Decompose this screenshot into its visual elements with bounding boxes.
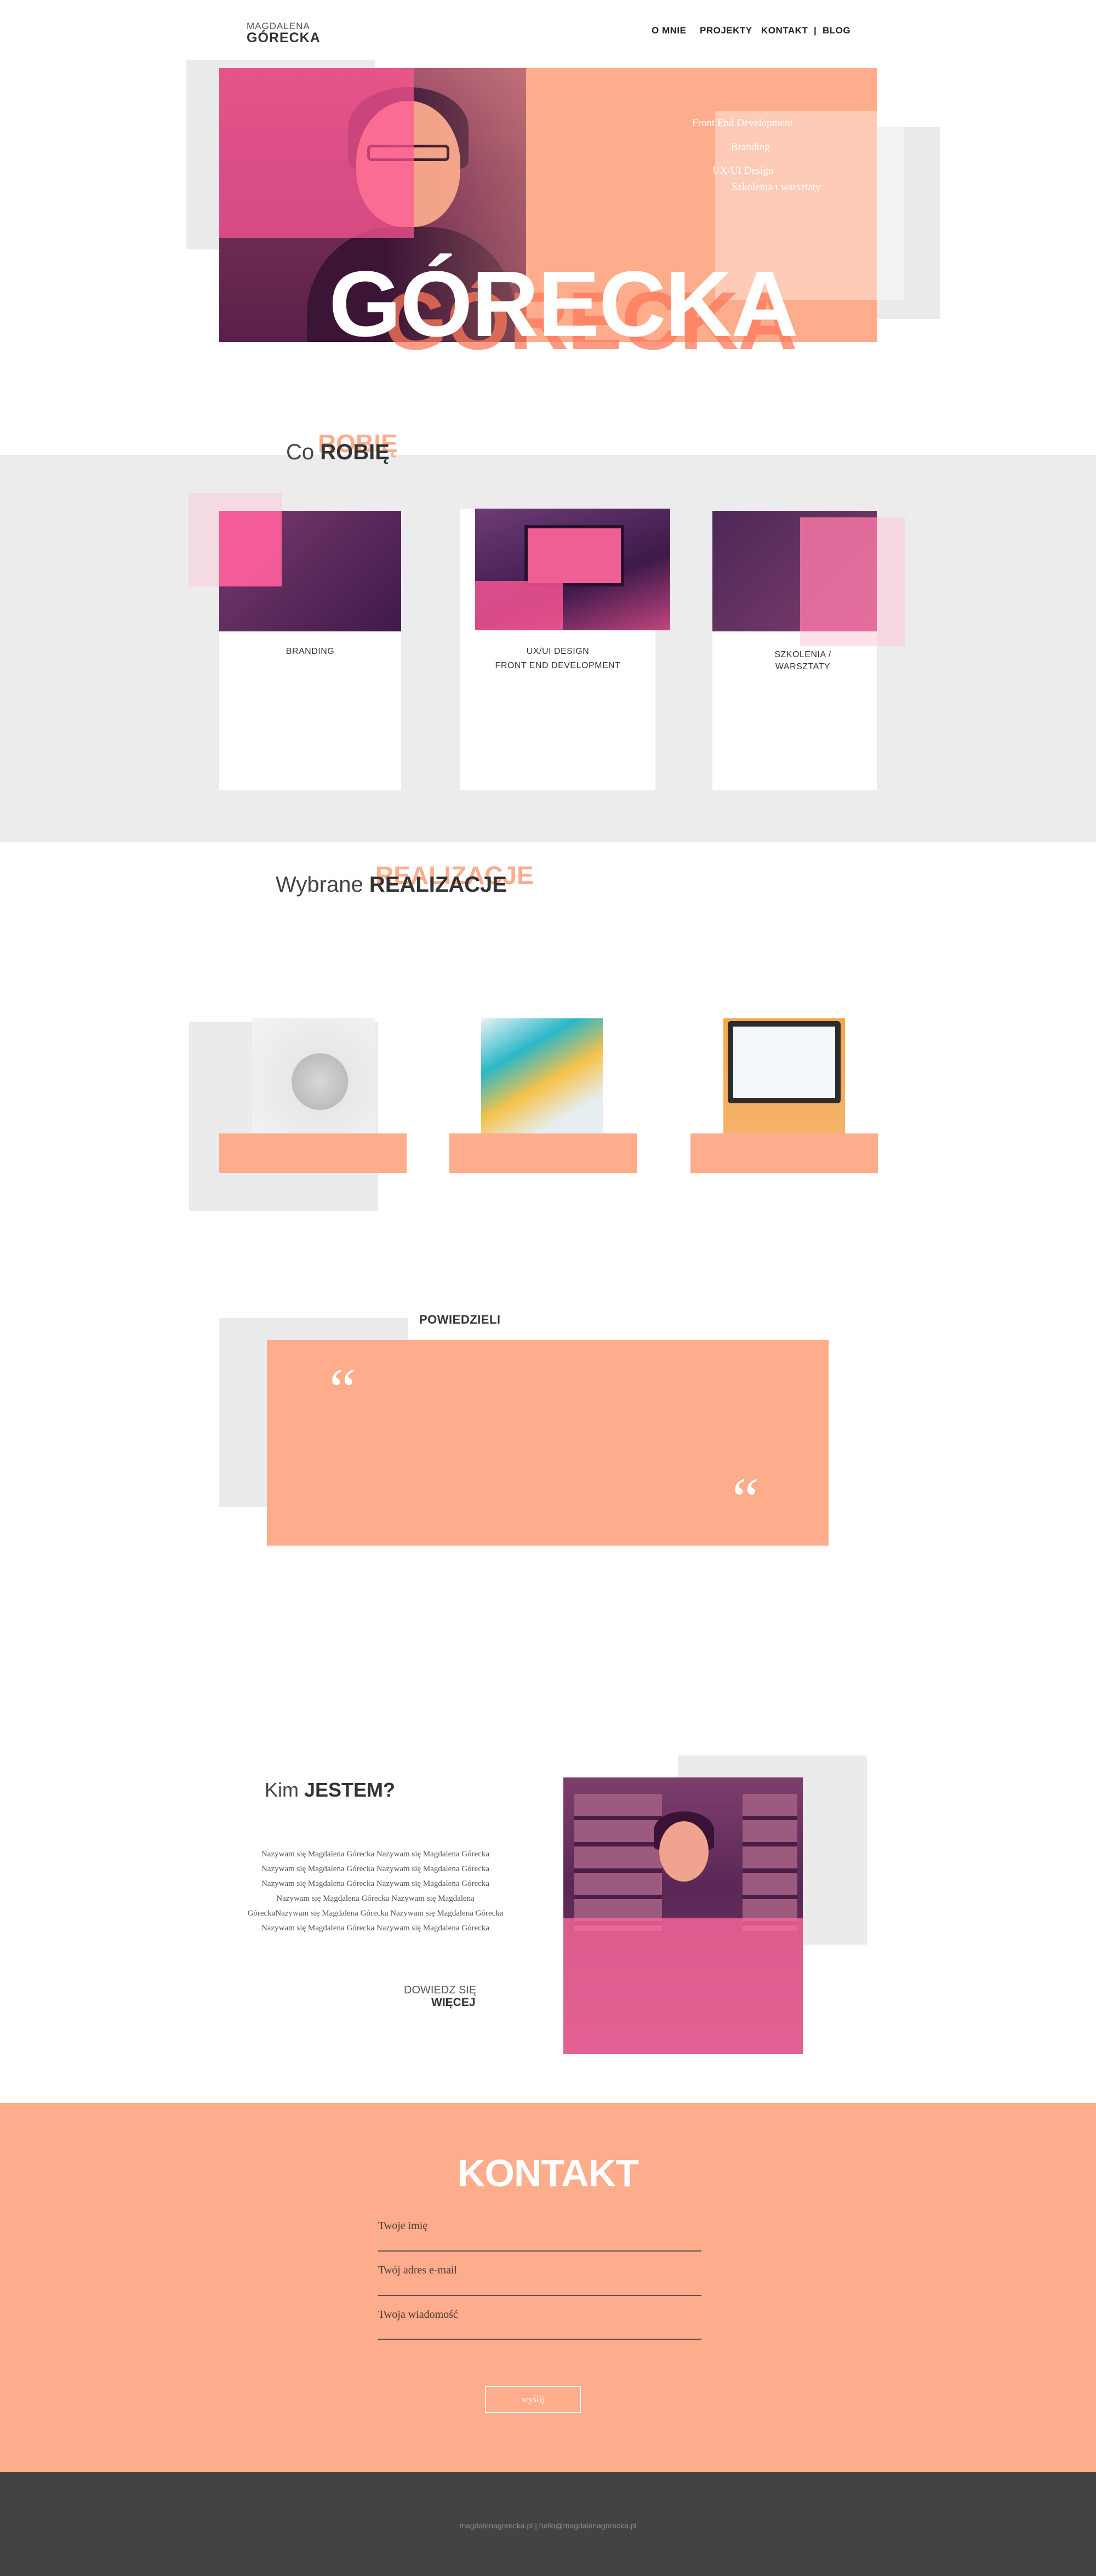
ux-pink-box — [475, 581, 563, 630]
project-card-1[interactable] — [219, 1133, 407, 1173]
hero-service: Szkolenia i warsztaty — [732, 181, 821, 193]
contact-title: KONTAKT — [458, 2152, 639, 2195]
project-image-cd[interactable] — [252, 1018, 375, 1133]
branding-pink-box — [219, 511, 282, 586]
service-card-label: FRONT END DEVELOPMENT — [495, 661, 621, 670]
training-pink-box — [800, 517, 877, 631]
project-image-laptop[interactable] — [723, 1018, 845, 1133]
service-card-label: BRANDING — [286, 647, 335, 656]
hero-service: Front End Development — [692, 117, 793, 129]
name-field[interactable]: Twoje imię — [378, 2220, 427, 2232]
about-pink-overlay — [563, 1918, 803, 2054]
about-text: Nazywam się Magdalena Górecka Nazywam si… — [247, 1850, 504, 1933]
hero-service: Branding — [731, 141, 770, 153]
nav-o-mnie[interactable]: O MNIE — [652, 25, 686, 36]
message-field[interactable]: Twoja wiadomość — [378, 2309, 458, 2321]
nav-separator: | — [814, 25, 817, 36]
footer-text[interactable]: magdalenagorecka.pl | hello@magdalenagor… — [0, 2521, 1096, 2530]
nav-projekty[interactable]: PROJEKTY — [700, 25, 752, 36]
project-card-3[interactable] — [690, 1133, 878, 1173]
testimonials-heading: POWIEDZIELI — [419, 1313, 501, 1326]
about-link-bold[interactable]: WIĘCEJ — [431, 1996, 476, 2009]
hero-service: UX/UI Design — [712, 165, 774, 176]
services-heading: Co ROBIĘ — [286, 440, 390, 464]
projects-heading: Wybrane REALIZACJE — [276, 873, 507, 897]
quote-close-icon: “ — [732, 1466, 759, 1532]
service-card-label: SZKOLENIA / WARSZTATY — [774, 650, 831, 671]
nav-blog[interactable]: BLOG — [823, 25, 850, 36]
send-button[interactable]: wyślij — [485, 2386, 581, 2413]
hero-pink-overlay — [219, 68, 414, 238]
quote-open-icon: “ — [329, 1356, 356, 1423]
logo-title[interactable]: GÓRECKA — [247, 30, 321, 46]
hero-title: GÓRECKA — [329, 252, 798, 356]
email-field[interactable]: Twój adres e-mail — [378, 2264, 457, 2277]
name-field-underline — [378, 2250, 701, 2252]
project-image-web[interactable] — [481, 1018, 603, 1133]
about-heading: Kim JESTEM? — [265, 1779, 396, 1801]
service-card-label: UX/UI DESIGN — [526, 647, 590, 656]
about-link-light[interactable]: DOWIEDZ SIĘ — [404, 1984, 476, 1997]
nav-kontakt[interactable]: KONTAKT — [761, 25, 808, 36]
message-field-underline — [378, 2339, 701, 2340]
project-card-2[interactable] — [449, 1133, 637, 1173]
email-field-underline — [378, 2295, 701, 2296]
